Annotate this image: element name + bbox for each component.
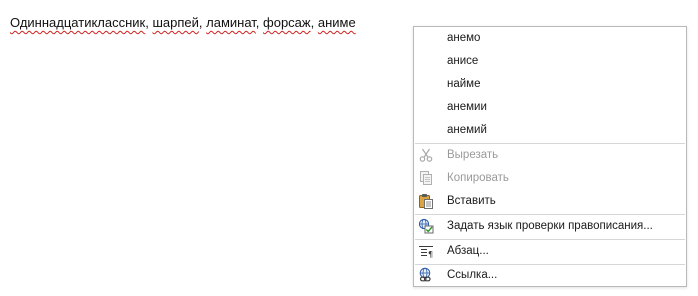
scissors-icon xyxy=(418,147,434,163)
spellcheck-language-label: Задать язык проверки правописания... xyxy=(447,220,653,232)
misspelled-word[interactable]: шарпей xyxy=(152,15,198,30)
link-label: Ссылка... xyxy=(447,269,498,281)
copy-icon xyxy=(418,170,434,186)
copy-label: Копировать xyxy=(447,172,509,184)
suggestion-label: анемии xyxy=(447,101,487,113)
link-icon xyxy=(418,267,434,283)
misspelled-word[interactable]: форсаж xyxy=(263,15,311,30)
spelling-suggestion-item[interactable]: анемо xyxy=(414,27,686,50)
misspelled-word-selected[interactable]: аниме xyxy=(318,15,356,30)
cut-menu-item[interactable]: Вырезать xyxy=(414,144,686,167)
copy-menu-item[interactable]: Копировать xyxy=(414,167,686,190)
paste-menu-item[interactable]: Вставить xyxy=(414,190,686,213)
spelling-suggestion-item[interactable]: анемий xyxy=(414,119,686,142)
paragraph-label: Абзац... xyxy=(447,245,489,257)
punctuation: , xyxy=(255,15,264,30)
set-spellcheck-language-menu-item[interactable]: Задать язык проверки правописания... xyxy=(414,215,686,238)
misspelled-word[interactable]: Одиннадцатиклассник xyxy=(10,15,145,30)
punctuation: , xyxy=(310,15,318,30)
spelling-suggestion-item[interactable]: найме xyxy=(414,73,686,96)
suggestion-label: анемий xyxy=(447,124,487,136)
suggestion-label: анисе xyxy=(447,55,479,67)
paste-label: Вставить xyxy=(447,195,496,207)
spelling-suggestion-item[interactable]: анисе xyxy=(414,50,686,73)
language-check-icon xyxy=(418,218,434,234)
paragraph-icon: ¶ xyxy=(418,243,434,259)
context-menu: анемо анисе найме анемии анемий Вырезать… xyxy=(413,26,687,287)
cut-label: Вырезать xyxy=(447,149,499,161)
misspelled-word[interactable]: ламинат xyxy=(206,15,256,30)
suggestion-label: анемо xyxy=(447,32,481,44)
document-canvas: Одиннадцатиклассник, шарпей, ламинат, фо… xyxy=(0,0,698,296)
link-menu-item[interactable]: Ссылка... xyxy=(414,264,686,287)
clipboard-paste-icon xyxy=(418,193,434,209)
paragraph-menu-item[interactable]: ¶ Абзац... xyxy=(414,240,686,263)
document-text-line[interactable]: Одиннадцатиклассник, шарпей, ламинат, фо… xyxy=(10,15,356,30)
svg-text:¶: ¶ xyxy=(428,250,433,259)
spelling-suggestion-item[interactable]: анемии xyxy=(414,96,686,119)
suggestion-label: найме xyxy=(447,78,481,90)
